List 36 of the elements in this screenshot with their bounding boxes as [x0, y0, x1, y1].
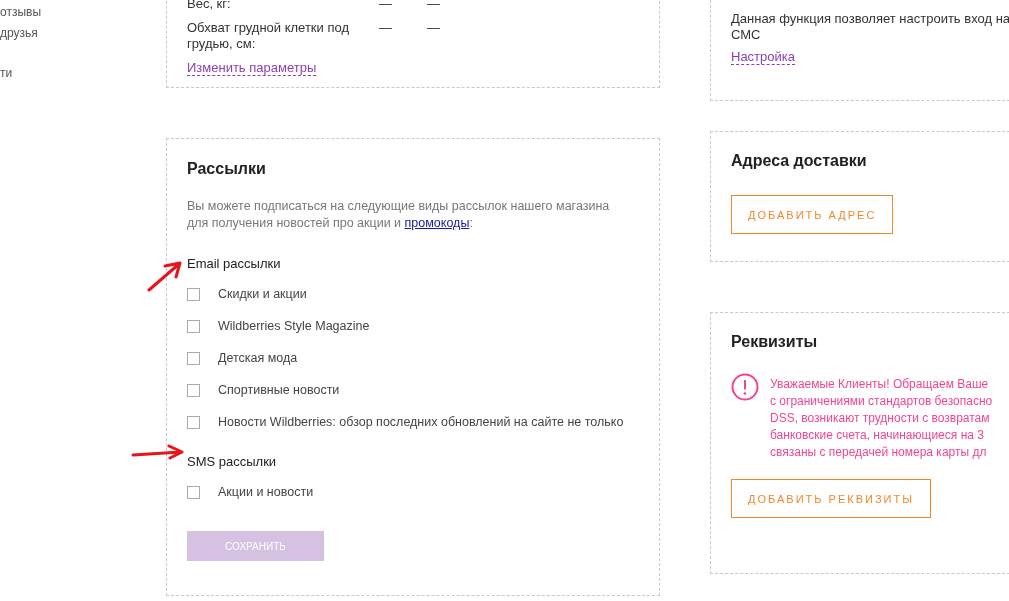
settings-link[interactable]: Настройка [731, 49, 795, 65]
checkbox-label: Скидки и акции [218, 287, 307, 301]
edit-parameters-link[interactable]: Изменить параметры [187, 60, 317, 76]
parameter-value: — [379, 0, 393, 12]
notice-text: банковские счета, начинающиеся на 3 [770, 427, 984, 444]
notice-text: связаны с передачей номера карты дл [770, 444, 987, 461]
sidebar-link[interactable]: ти [0, 66, 13, 81]
sidebar-link[interactable]: отзывы [0, 5, 42, 20]
parameter-value: — [427, 0, 441, 12]
checkbox[interactable] [187, 383, 200, 397]
parameter-label: Обхват грудной клетки под грудью, см: [187, 20, 350, 52]
checkbox-label: Детская мода [218, 351, 298, 365]
checkbox[interactable] [187, 319, 200, 333]
parameter-value: — [427, 20, 441, 36]
notice-text: Уважаемые Клиенты! Обращаем Ваше [770, 376, 989, 393]
arrow-icon [131, 444, 185, 460]
checkbox[interactable] [187, 485, 200, 499]
notice-text: DSS, возникают трудности с возвратам [770, 410, 990, 427]
checkbox-label: Новости Wildberries: обзор последних обновлений на сайте не только [218, 415, 624, 429]
notice-text: с ограничениями стандартов безопасно [770, 393, 993, 410]
warning-icon [731, 373, 759, 401]
group-title: Email рассылки [187, 256, 281, 271]
section-title: Адреса доставки [731, 151, 868, 171]
description-text: Вы можете подписаться на следующие виды рассылок нашего магазина для получения новостей про акции и промокоды: [187, 198, 611, 232]
checkbox-label: Wildberries Style Magazine [218, 319, 370, 333]
sidebar-link[interactable]: друзья [0, 26, 38, 41]
section-title: Рассылки [187, 159, 267, 179]
checkbox-label: Акции и новости [218, 485, 314, 499]
group-title: SMS рассылки [187, 454, 277, 469]
checkbox[interactable] [187, 351, 200, 365]
parameter-value: — [379, 20, 393, 36]
checkbox[interactable] [187, 287, 200, 301]
arrow-icon [147, 260, 183, 292]
section-title: Реквизиты [731, 332, 819, 352]
checkbox-label: Спортивные новости [218, 383, 340, 397]
checkbox[interactable] [187, 415, 200, 429]
